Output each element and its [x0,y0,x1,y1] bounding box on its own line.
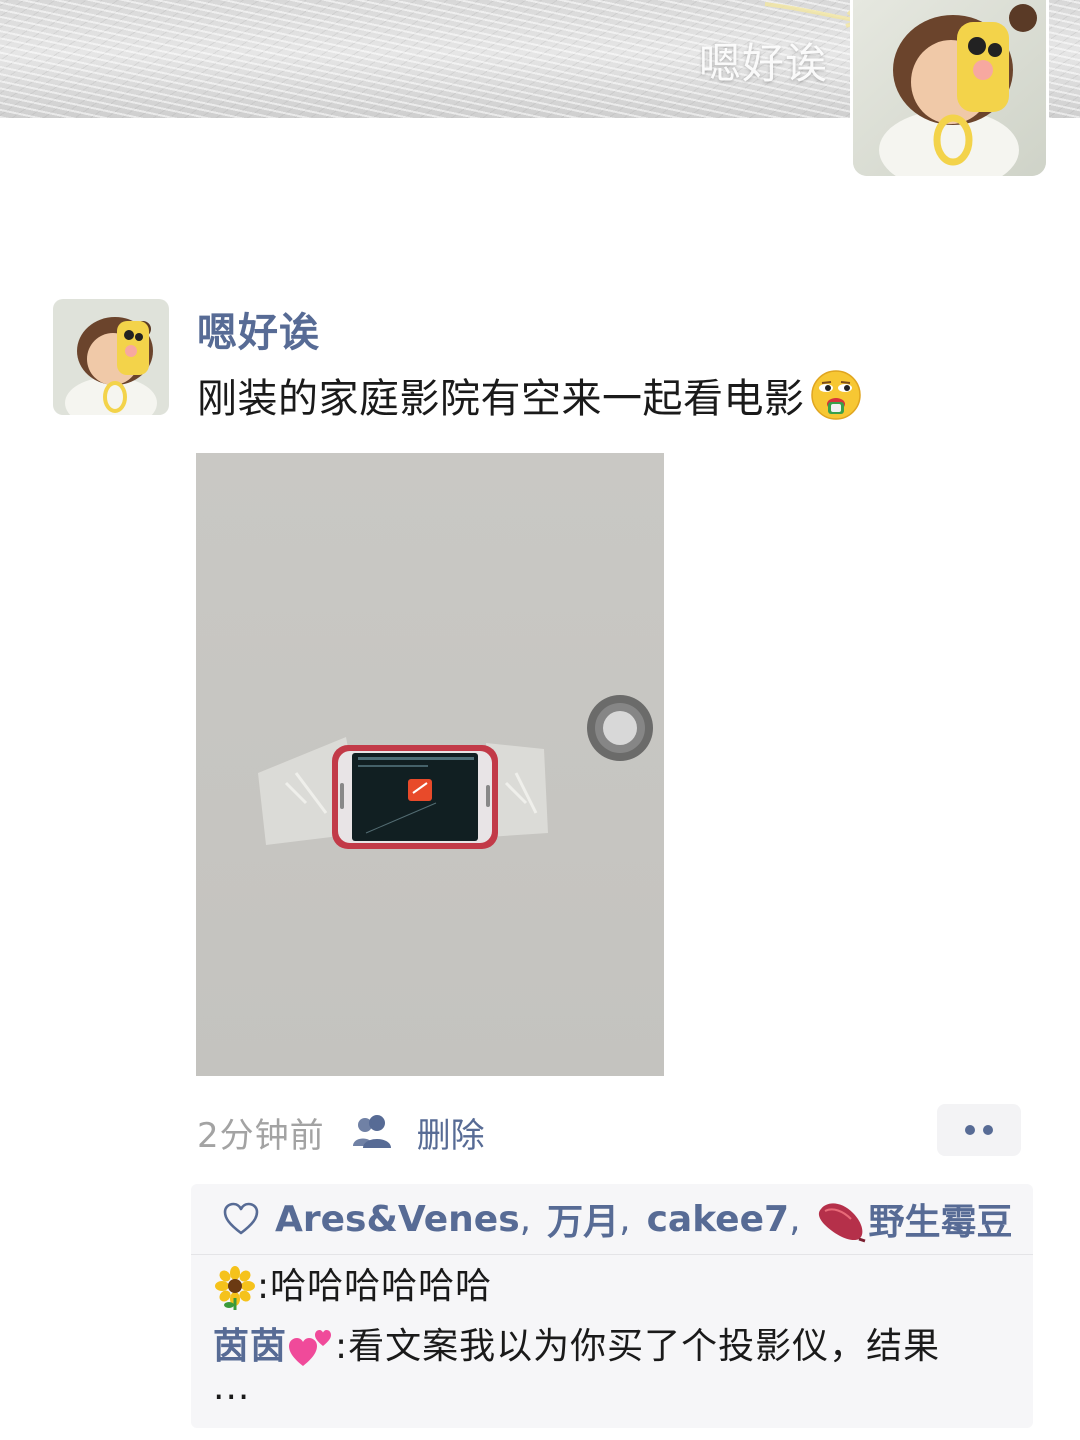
two-hearts-icon [289,1330,332,1366]
post-author-name[interactable]: 嗯好诶 [197,300,320,358]
post-text: 刚装的家庭影院有空来一起看电影 [197,366,863,424]
likes-row: Ares&Venes, 万月, cakee7, 野生霉豆 [191,1184,1033,1255]
delete-link[interactable]: 删除 [417,1108,485,1157]
phone-on-wall-photo [196,453,664,1076]
post-time: 2分钟前 [197,1115,325,1156]
more-actions-button[interactable] [937,1104,1021,1156]
post-text-content: 刚装的家庭影院有空来一起看电影 [197,376,805,422]
assistive-touch-button[interactable] [586,694,654,762]
like-separator: , [619,1198,631,1240]
cover-username: 嗯好诶 [698,39,828,88]
sunflower-icon [215,1266,255,1310]
like-name[interactable]: Ares&Venes [275,1199,520,1240]
avatar-photo [853,0,1046,176]
comment-colon: : [257,1266,271,1307]
like-name[interactable]: 万月 [547,1193,619,1245]
profile-avatar[interactable] [853,0,1046,176]
comment-colon: : [335,1326,349,1367]
like-separator: , [789,1198,801,1240]
visibility-friends-icon[interactable] [351,1112,395,1152]
comment-text: 看文案我以为你买了个投影仪，结果 [348,1326,941,1367]
heart-outline-icon [223,1202,259,1235]
more-dots-icon [965,1125,993,1135]
sweet-potato-icon [818,1203,865,1243]
comment-author[interactable]: 茵茵 [213,1326,287,1367]
comment-text: 哈哈哈哈哈哈 [270,1266,493,1307]
like-name[interactable]: 野生霉豆 [869,1193,1013,1245]
comment-item[interactable]: 茵茵 :看文案我以为你买了个投影仪，结果 ... [191,1317,1033,1406]
author-avatar-photo [53,299,169,415]
comment-item[interactable]: :哈哈哈哈哈哈 [191,1257,1033,1317]
comment-truncated[interactable]: ... [213,1370,1013,1406]
author-avatar[interactable] [53,299,169,415]
like-name[interactable]: cakee7 [647,1199,790,1240]
post-photo[interactable] [196,453,664,1076]
like-separator: , [519,1198,532,1240]
post-meta-row: 2分钟前 删除 [197,1108,485,1156]
likes-comments-panel: Ares&Venes, 万月, cakee7, 野生霉豆 :哈哈哈哈哈哈 茵茵 [191,1184,1033,1428]
face-with-money-icon [810,370,861,420]
